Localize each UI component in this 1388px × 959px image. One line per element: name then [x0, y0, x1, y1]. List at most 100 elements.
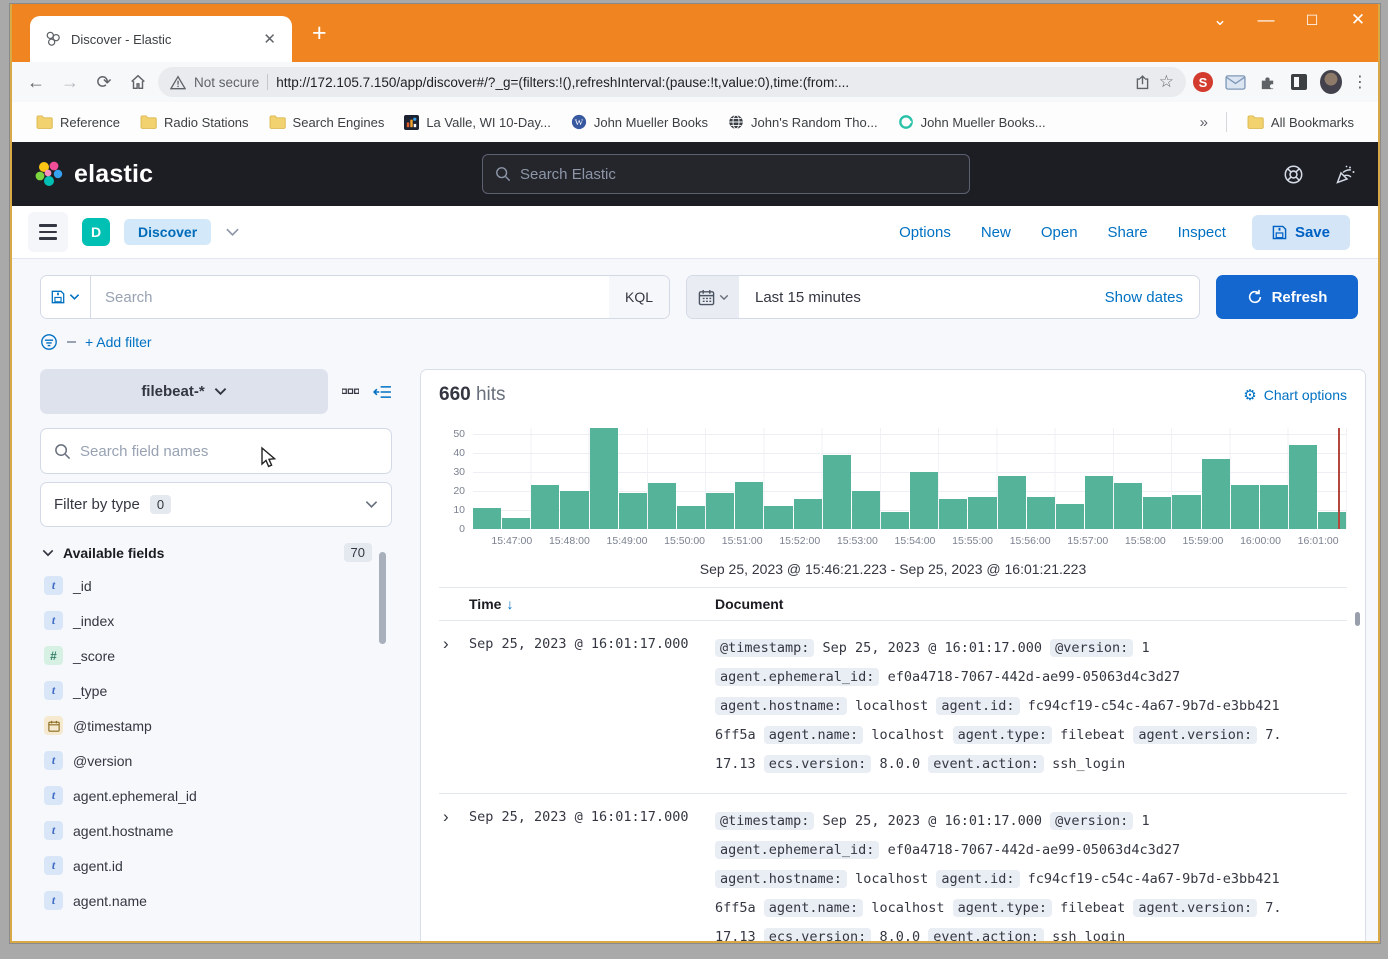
doc-field-name[interactable]: @timestamp: [715, 812, 814, 830]
expand-row-icon[interactable]: › [439, 634, 469, 779]
doc-field-name[interactable]: ecs.version: [764, 755, 872, 773]
saved-query-menu-button[interactable] [41, 276, 91, 318]
url-bar[interactable]: Not secure http://172.105.7.150/app/disc… [158, 67, 1186, 97]
window-minimize-button[interactable]: — [1256, 10, 1276, 30]
doc-field-name[interactable]: agent.hostname: [715, 697, 847, 715]
collapse-sidebar-icon[interactable] [373, 385, 392, 399]
histogram-bar[interactable] [1172, 495, 1200, 529]
histogram-bar[interactable] [502, 518, 530, 529]
field-item-@timestamp[interactable]: @timestamp [40, 708, 392, 743]
field-search-box[interactable] [40, 428, 392, 474]
extension-sidebar-icon[interactable] [1288, 71, 1310, 93]
histogram-bar[interactable] [531, 485, 559, 529]
histogram-bar[interactable] [706, 493, 734, 529]
doc-field-name[interactable]: agent.version: [1133, 726, 1257, 744]
breadcrumb-chevron-icon[interactable] [225, 227, 240, 237]
field-item-_id[interactable]: t_id [40, 568, 392, 603]
histogram-bar[interactable] [735, 482, 763, 530]
bookmarks-overflow-icon[interactable]: » [1192, 114, 1216, 131]
time-range-value[interactable]: Last 15 minutes [739, 289, 1089, 306]
histogram-bar[interactable] [1056, 504, 1084, 529]
add-filter-button[interactable]: + Add filter [85, 334, 152, 350]
doc-field-name[interactable]: @version: [1050, 639, 1133, 657]
nav-menu-icon[interactable] [28, 212, 68, 252]
window-menu-chevron-icon[interactable]: ⌄ [1210, 10, 1230, 30]
show-dates-button[interactable]: Show dates [1089, 289, 1199, 306]
bookmark-item[interactable]: Search Engines [259, 111, 395, 134]
sidebar-scrollbar[interactable] [379, 552, 386, 644]
sort-descending-icon[interactable]: ↓ [506, 596, 513, 612]
histogram-bar[interactable] [764, 506, 792, 529]
toolbar-link-inspect[interactable]: Inspect [1178, 224, 1226, 241]
save-button[interactable]: Save [1252, 215, 1350, 250]
histogram-bar[interactable] [1027, 497, 1055, 529]
security-label[interactable]: Not secure [194, 75, 259, 90]
browser-tab[interactable]: Discover - Elastic ✕ [30, 16, 292, 62]
share-icon[interactable] [1134, 74, 1151, 91]
window-close-button[interactable]: ✕ [1348, 10, 1368, 30]
histogram-bar[interactable] [852, 491, 880, 529]
histogram-bar[interactable] [1231, 485, 1259, 529]
url-text[interactable]: http://172.105.7.150/app/discover#/?_g=(… [276, 75, 1125, 90]
doc-field-name[interactable]: agent.ephemeral_id: [715, 841, 879, 859]
field-item-agent.hostname[interactable]: tagent.hostname [40, 813, 392, 848]
global-search[interactable] [482, 154, 970, 194]
elastic-brand[interactable]: elastic [34, 159, 153, 189]
doc-field-name[interactable]: event.action: [928, 928, 1044, 941]
bookmark-item[interactable]: Radio Stations [130, 111, 259, 134]
field-item-agent.name[interactable]: tagent.name [40, 883, 392, 918]
back-icon[interactable]: ← [22, 68, 50, 96]
toolbar-link-share[interactable]: Share [1108, 224, 1148, 241]
index-pattern-button[interactable]: filebeat-* [40, 369, 328, 414]
tab-close-icon[interactable]: ✕ [257, 28, 282, 50]
histogram-bar[interactable] [1085, 476, 1113, 529]
doc-field-name[interactable]: agent.version: [1133, 899, 1257, 917]
field-item-_type[interactable]: t_type [40, 673, 392, 708]
histogram-bar[interactable] [590, 428, 618, 529]
help-icon[interactable] [1283, 164, 1304, 185]
field-item-agent.id[interactable]: tagent.id [40, 848, 392, 883]
doc-field-name[interactable]: agent.ephemeral_id: [715, 668, 879, 686]
chart-options-button[interactable]: ⚙ Chart options [1243, 386, 1347, 404]
histogram-bar[interactable] [1114, 483, 1142, 529]
toolbar-link-options[interactable]: Options [899, 224, 951, 241]
available-fields-toggle[interactable]: Available fields 70 [42, 543, 390, 562]
histogram-bar[interactable] [823, 455, 851, 529]
space-avatar[interactable]: D [82, 218, 110, 246]
histogram-bar[interactable] [910, 472, 938, 529]
reload-icon[interactable]: ⟳ [90, 68, 118, 96]
bookmark-star-icon[interactable]: ☆ [1159, 72, 1174, 92]
histogram-bar[interactable] [677, 506, 705, 529]
time-column-header[interactable]: Time ↓ [439, 596, 715, 612]
refresh-button[interactable]: Refresh [1216, 275, 1358, 319]
doc-field-name[interactable]: ecs.version: [764, 928, 872, 941]
filter-by-type-button[interactable]: Filter by type 0 [40, 482, 392, 527]
newsfeed-party-icon[interactable] [1334, 163, 1356, 185]
doc-field-name[interactable]: @version: [1050, 812, 1133, 830]
doc-field-name[interactable]: agent.name: [764, 726, 863, 744]
all-bookmarks-button[interactable]: All Bookmarks [1237, 111, 1364, 134]
index-options-icon[interactable] [342, 388, 359, 395]
doc-field-name[interactable]: @timestamp: [715, 639, 814, 657]
profile-avatar[interactable] [1320, 71, 1342, 93]
global-search-input[interactable] [520, 166, 957, 183]
bookmark-item[interactable]: Reference [26, 111, 130, 134]
histogram-bar[interactable] [881, 512, 909, 529]
breadcrumb-discover[interactable]: Discover [124, 219, 211, 245]
histogram-bar[interactable] [1143, 497, 1171, 529]
extension-shield-icon[interactable]: S [1192, 71, 1214, 93]
expand-row-icon[interactable]: › [439, 807, 469, 941]
bookmark-item[interactable]: WJohn Mueller Books [561, 110, 718, 134]
doc-field-name[interactable]: agent.type: [953, 726, 1052, 744]
histogram-bar[interactable] [968, 497, 996, 529]
calendar-menu-button[interactable] [687, 276, 739, 318]
bookmark-item[interactable]: La Valle, WI 10-Day... [394, 111, 561, 134]
field-item-_score[interactable]: #_score [40, 638, 392, 673]
browser-menu-icon[interactable]: ⋮ [1352, 72, 1368, 92]
field-item-_index[interactable]: t_index [40, 603, 392, 638]
histogram-bar[interactable] [1289, 445, 1317, 529]
histogram-bar[interactable] [1318, 512, 1346, 529]
histogram-bar[interactable] [998, 476, 1026, 529]
filter-icon[interactable] [40, 333, 58, 351]
doc-field-name[interactable]: agent.name: [764, 899, 863, 917]
